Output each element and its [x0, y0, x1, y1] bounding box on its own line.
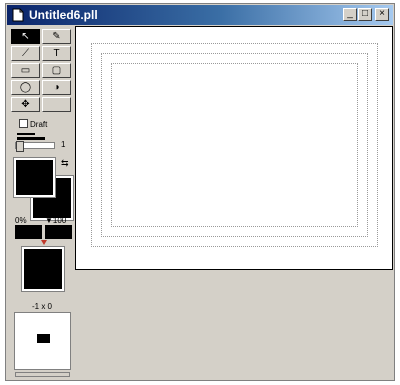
- document-icon: [12, 8, 24, 22]
- draft-option[interactable]: Draft: [19, 119, 47, 130]
- gradient-start-swatch[interactable]: [15, 225, 42, 239]
- window-title: Untitled6.pll: [29, 8, 98, 22]
- pattern-percent-right[interactable]: ▼100: [45, 216, 66, 225]
- rounded-rect-tool-button[interactable]: ▢: [42, 63, 71, 78]
- slider-knob[interactable]: [16, 141, 24, 152]
- minimize-button[interactable]: _: [343, 8, 357, 21]
- app-window: Untitled6.pll _ □ × ↖ ✎ ⟋ T ▭ ▢ ◯ ◑ ✥ Dr…: [5, 3, 395, 381]
- line-tool-button[interactable]: ⟋: [11, 46, 40, 61]
- foreground-color-swatch[interactable]: [13, 157, 56, 198]
- oval-tool-button[interactable]: ◯: [11, 80, 40, 95]
- gradient-end-swatch[interactable]: [45, 225, 72, 239]
- text-tool-button[interactable]: T: [42, 46, 71, 61]
- fill-preview-swatch[interactable]: [21, 246, 65, 292]
- swap-colors-icon[interactable]: ⇆: [61, 158, 69, 169]
- preview-scrollbar[interactable]: [15, 372, 70, 377]
- page-boundary-inner: [111, 63, 358, 227]
- arrow-tool-button[interactable]: ↖: [11, 29, 40, 44]
- line-width-value: 1: [61, 140, 66, 149]
- rectangle-tool-button[interactable]: ▭: [11, 63, 40, 78]
- coordinate-readout: -1 x 0: [31, 302, 52, 311]
- close-button[interactable]: ×: [375, 8, 389, 21]
- gradient-marker-icon: [41, 240, 47, 245]
- pattern-percent-left[interactable]: 0%: [15, 216, 27, 225]
- draft-label: Draft: [30, 120, 48, 129]
- title-bar[interactable]: Untitled6.pll _ □ ×: [7, 5, 393, 25]
- polygon-tool-button[interactable]: ◑: [42, 80, 71, 95]
- empty-tool-slot: [42, 97, 71, 112]
- preview-shape: [37, 334, 50, 343]
- eyedropper-tool-button[interactable]: ✎: [42, 29, 71, 44]
- shape-preview: [14, 312, 71, 370]
- line-weight-thin[interactable]: [17, 133, 35, 135]
- move-tool-button[interactable]: ✥: [11, 97, 40, 112]
- maximize-button[interactable]: □: [358, 8, 372, 21]
- toolbox-panel: ↖ ✎ ⟋ T ▭ ▢ ◯ ◑ ✥ Draft 1 ⇆ 0% ▼100 -1 x…: [9, 27, 74, 377]
- drawing-canvas[interactable]: [75, 26, 393, 270]
- line-width-slider[interactable]: [15, 141, 55, 152]
- line-weight-thick[interactable]: [17, 137, 45, 140]
- draft-checkbox[interactable]: [19, 119, 28, 128]
